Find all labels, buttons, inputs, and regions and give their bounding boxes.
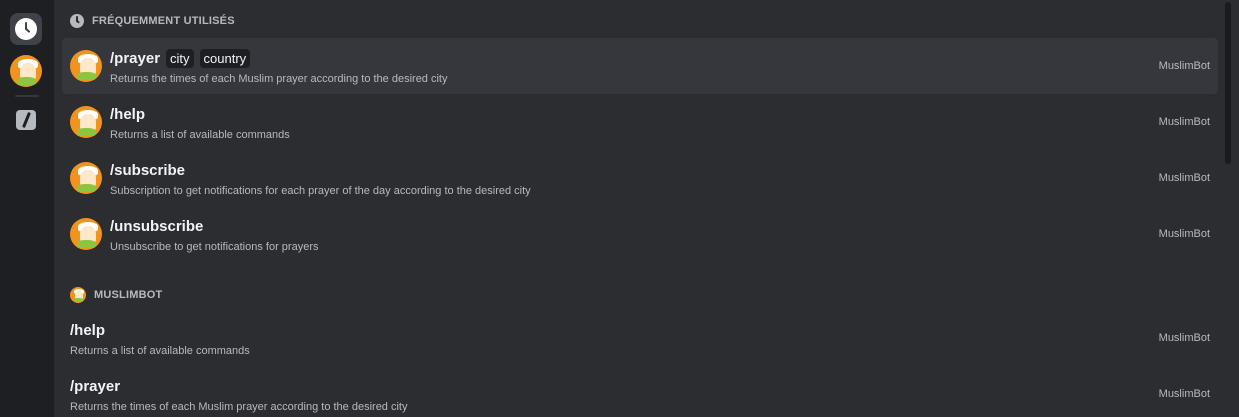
- command-description: Returns the times of each Muslim prayer …: [70, 400, 408, 413]
- rail-frequently-used-button[interactable]: [10, 13, 42, 45]
- muslimbot-avatar: [70, 218, 102, 250]
- command-list: FRÉQUEMMENT UTILISÉS /prayer city countr…: [54, 0, 1225, 417]
- rail-divider: [15, 95, 39, 97]
- command-description: Returns a list of available commands: [110, 128, 290, 141]
- command-name: /help: [70, 322, 106, 339]
- command-row-help[interactable]: /help Returns a list of available comman…: [62, 310, 1218, 366]
- command-source: MuslimBot: [1158, 172, 1210, 184]
- rail-muslimbot-button[interactable]: [10, 55, 42, 87]
- section-title: FRÉQUEMMENT UTILISÉS: [92, 15, 235, 27]
- command-row-prayer[interactable]: /prayer city country Returns the times o…: [62, 38, 1218, 94]
- command-source: MuslimBot: [1158, 388, 1210, 400]
- command-row-help[interactable]: /help Returns a list of available comman…: [62, 94, 1218, 150]
- command-picker: FRÉQUEMMENT UTILISÉS /prayer city countr…: [0, 0, 1239, 417]
- command-source: MuslimBot: [1158, 60, 1210, 72]
- option-chip-city: city: [166, 49, 194, 68]
- section-header-muslimbot: MUSLIMBOT: [70, 287, 162, 303]
- muslimbot-avatar: [70, 106, 102, 138]
- muslimbot-avatar: [70, 162, 102, 194]
- scrollbar-thumb[interactable]: [1225, 2, 1231, 164]
- command-description: Returns the times of each Muslim prayer …: [110, 72, 448, 85]
- command-name: /prayer: [110, 50, 161, 67]
- command-description: Unsubscribe to get notifications for pra…: [110, 240, 319, 253]
- option-chip-country: country: [199, 49, 251, 68]
- section-header-frequently-used: FRÉQUEMMENT UTILISÉS: [70, 14, 235, 28]
- command-name: /help: [110, 106, 146, 123]
- command-description: Returns a list of available commands: [70, 344, 250, 357]
- command-row-unsubscribe[interactable]: /unsubscribe Unsubscribe to get notifica…: [62, 206, 1218, 262]
- command-name: /unsubscribe: [110, 218, 204, 235]
- rail-builtin-commands-button[interactable]: [10, 104, 42, 136]
- clock-icon: [15, 18, 37, 40]
- muslimbot-avatar: [10, 55, 42, 87]
- command-description: Subscription to get notifications for ea…: [110, 184, 531, 197]
- muslimbot-avatar: [70, 50, 102, 82]
- command-row-subscribe[interactable]: /subscribe Subscription to get notificat…: [62, 150, 1218, 206]
- section-title: MUSLIMBOT: [94, 289, 163, 301]
- command-row-prayer[interactable]: /prayer Returns the times of each Muslim…: [62, 366, 1218, 417]
- muslimbot-avatar: [70, 287, 86, 303]
- command-source: MuslimBot: [1158, 228, 1210, 240]
- category-rail: [0, 0, 54, 417]
- clock-icon: [70, 14, 84, 28]
- command-name: /subscribe: [110, 162, 186, 179]
- command-name: /prayer: [70, 378, 121, 395]
- command-source: MuslimBot: [1158, 116, 1210, 128]
- slash-command-icon: [16, 110, 36, 130]
- command-source: MuslimBot: [1158, 332, 1210, 344]
